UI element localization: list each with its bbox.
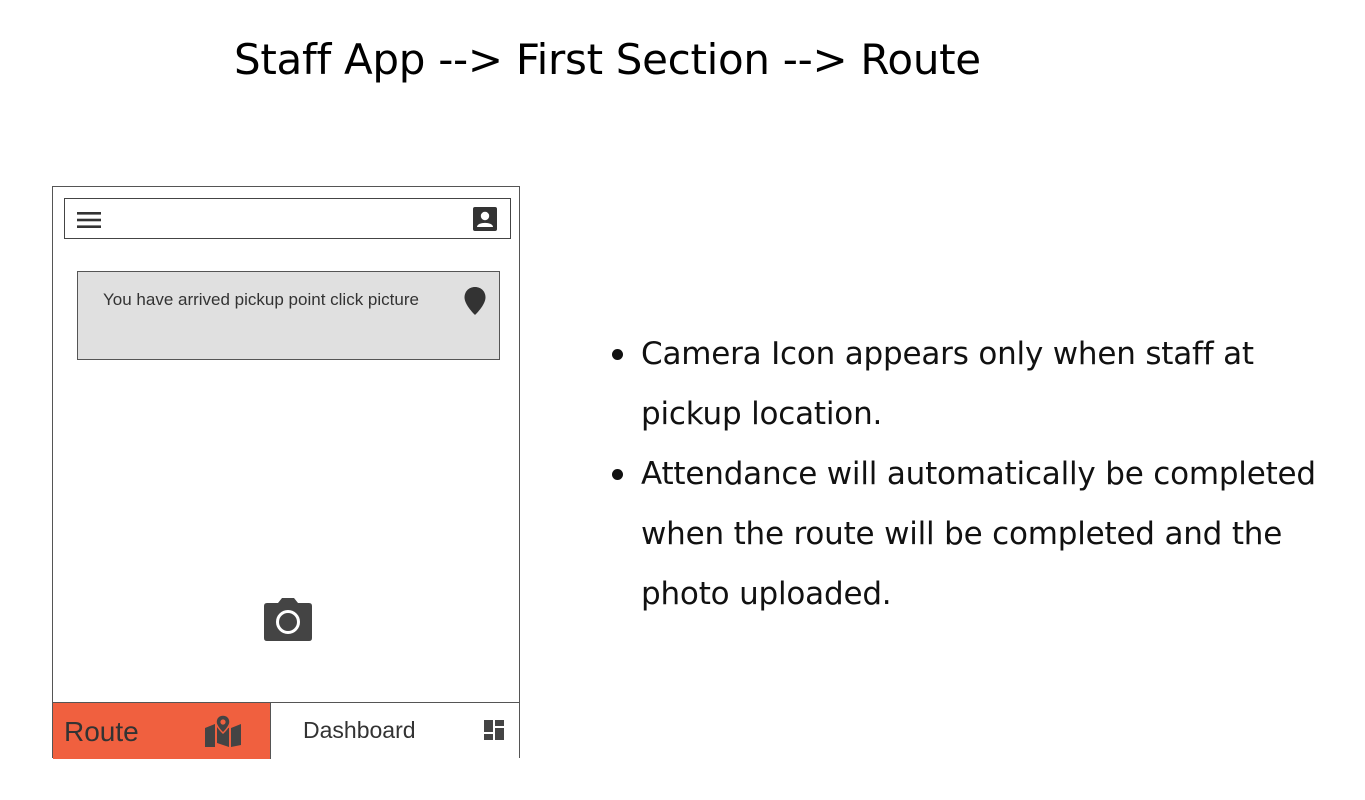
profile-card-icon[interactable] [472, 206, 498, 232]
location-pin-icon [463, 286, 487, 316]
hamburger-menu-icon[interactable] [75, 208, 103, 232]
dashboard-icon [483, 719, 505, 741]
nav-tab-dashboard-label: Dashboard [303, 717, 416, 743]
page: Staff App --> First Section --> Route Yo… [0, 0, 1365, 800]
camera-icon[interactable] [262, 597, 314, 643]
page-title: Staff App --> First Section --> Route [234, 35, 981, 84]
phone-mockup: You have arrived pickup point click pict… [52, 186, 520, 759]
arrival-notice-text: You have arrived pickup point click pict… [103, 290, 419, 309]
note-item: Camera Icon appears only when staff at p… [608, 324, 1348, 444]
app-bar [64, 198, 511, 239]
nav-tab-dashboard[interactable]: Dashboard [271, 703, 519, 759]
notes-list: Camera Icon appears only when staff at p… [608, 324, 1348, 624]
bottom-nav: Route Dashboard [53, 702, 519, 759]
nav-tab-route-label: Route [64, 716, 139, 747]
nav-tab-route[interactable]: Route [53, 703, 271, 759]
arrival-notice: You have arrived pickup point click pict… [77, 271, 500, 360]
map-icon [203, 714, 243, 748]
bullet-icon [612, 349, 623, 360]
note-item: Attendance will automatically be complet… [608, 444, 1348, 624]
note-text: Camera Icon appears only when staff at p… [641, 336, 1254, 432]
note-text: Attendance will automatically be complet… [641, 456, 1316, 612]
bullet-icon [612, 469, 623, 480]
